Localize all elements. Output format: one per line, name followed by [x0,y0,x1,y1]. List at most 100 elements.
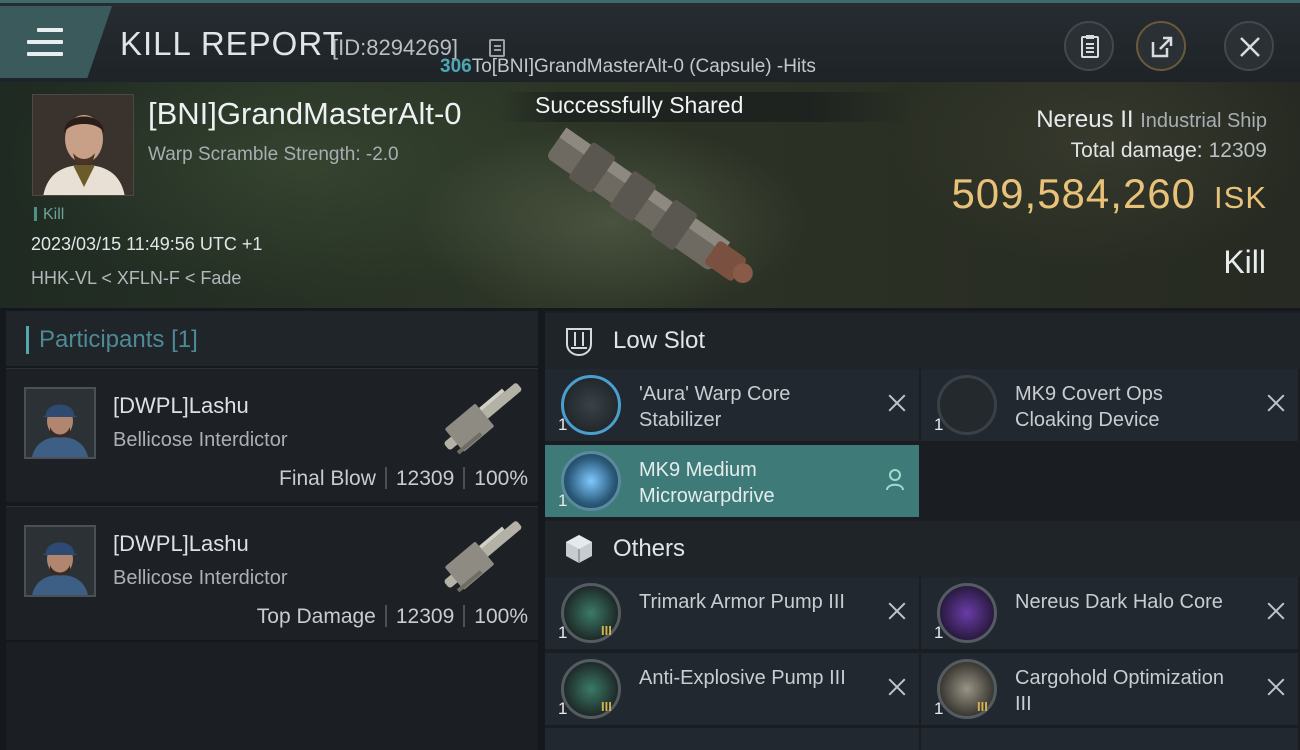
module-item[interactable]: 1 MK9 Covert Ops Cloaking Device [921,369,1298,441]
microwarpdrive-icon [561,451,621,511]
ship-name[interactable]: Nereus II Industrial Ship [1036,106,1267,134]
participants-tab[interactable]: Participants [1] [6,311,538,366]
victim-avatar[interactable] [32,94,134,196]
participant-ship-icon [444,521,522,593]
isk-unit: ISK [1214,180,1267,215]
top-bar: KILL REPORT [ID:8294269] 306To[BNI]Grand… [0,0,1300,82]
low-slot-icon [566,328,592,357]
module-qty: 1 [558,699,568,718]
module-name: 'Aura' Warp Core Stabilizer [639,383,791,431]
armor-pump-icon [561,583,621,643]
participant-ship: Bellicose Interdictor [113,567,288,589]
participant-damage: 12309 [395,605,455,628]
share-icon [1151,36,1173,58]
participant-ship-icon [444,383,522,455]
module-name: Trimark Armor Pump III [639,591,845,613]
close-button[interactable] [1224,21,1274,71]
module-item[interactable]: 1 'Aura' Warp Core Stabilizer [545,369,919,441]
module-name: MK9 Covert Ops Cloaking Device [1015,383,1163,431]
tier-badge: III [601,699,612,714]
participant-stats: Top Damage 12309 100% [257,605,528,629]
module-item[interactable]: III 1 Trimark Armor Pump III [545,577,919,649]
others-label: Others [613,535,686,562]
module-name: Cargohold Optimization III [1015,667,1224,715]
module-item[interactable]: III 1 Cargohold Optimization III [921,653,1298,725]
participants-list-filler [6,642,538,750]
participant-ship: Bellicose Interdictor [113,429,288,451]
clipboard-icon [1081,35,1099,58]
participant-name[interactable]: [DWPL]Lashu [113,393,249,419]
portrait-image [26,527,94,595]
kill-location[interactable]: HHK-VL < XFLN-F < Fade [31,268,241,289]
hits-text: To[BNI]GrandMasterAlt-0 (Capsule) -Hits [471,56,816,77]
warp-scramble-strength: Warp Scramble Strength: -2.0 [148,144,399,165]
ship-image [548,127,753,284]
menu-button[interactable] [0,6,112,78]
ship-name-text: Nereus II [1036,106,1134,133]
copy-icon[interactable] [489,39,505,57]
close-icon [1240,37,1260,57]
module-item[interactable]: III 1 Anti-Explosive Pump III [545,653,919,725]
dropped-user-icon [886,469,904,491]
total-damage: Total damage: 12309 [1071,139,1267,163]
participant-avatar[interactable] [24,525,96,597]
low-slot-header: Low Slot [545,313,1300,369]
participant-percent: 100% [474,605,528,628]
portrait-image [33,95,133,195]
others-header: Others [545,521,1300,577]
participant-name[interactable]: [DWPL]Lashu [113,531,249,557]
cargohold-optimization-icon [937,659,997,719]
module-qty: 1 [934,623,944,642]
hits-summary: 306To[BNI]GrandMasterAlt-0 (Capsule) -Hi… [440,56,816,78]
module-name: MK9 Medium Microwarpdrive [639,459,775,507]
explosive-pump-icon [561,659,621,719]
participants-count: [1] [171,326,198,353]
module-item-partial[interactable] [545,728,919,750]
participant-role: Final Blow [279,467,376,490]
cube-icon [566,535,592,563]
divider [463,467,466,489]
low-slot-label: Low Slot [613,327,706,354]
kill-timestamp: 2023/03/15 11:49:56 UTC +1 [31,234,263,254]
hits-count: 306 [440,56,472,77]
participant-card[interactable]: [DWPL]Lashu Bellicose Interdictor Top Da… [6,506,538,640]
total-damage-value: 12309 [1208,139,1267,162]
participants-label: Participants [39,326,165,353]
destroyed-icon [1266,677,1286,697]
shared-toast: Successfully Shared [500,92,910,122]
kill-summary-banner: [BNI]GrandMasterAlt-0 Warp Scramble Stre… [0,82,1300,308]
cloaking-device-icon [937,375,997,435]
module-item[interactable]: 1 Nereus Dark Halo Core [921,577,1298,649]
share-button[interactable] [1136,21,1186,71]
module-qty: 1 [934,699,944,718]
divider [384,467,387,489]
victim-name[interactable]: [BNI]GrandMasterAlt-0 [148,96,462,132]
warp-core-stabilizer-icon [561,375,621,435]
participant-damage: 12309 [395,467,455,490]
participant-card[interactable]: [DWPL]Lashu Bellicose Interdictor Final … [6,368,538,502]
participants-title: Participants [1] [26,326,198,354]
page-title: KILL REPORT [120,25,344,62]
divider [384,605,387,627]
ship-class: Industrial Ship [1140,110,1267,132]
destroyed-icon [1266,601,1286,621]
clipboard-button[interactable] [1064,21,1114,71]
module-qty: 1 [558,491,568,510]
module-qty: 1 [558,623,568,642]
isk-value: 509,584,260 ISK [951,170,1267,218]
menu-icon [27,28,63,56]
destroyed-icon [887,601,907,621]
dark-halo-core-icon [937,583,997,643]
tier-badge: III [601,623,612,638]
destroyed-icon [887,677,907,697]
module-item[interactable]: 1 MK9 Medium Microwarpdrive [545,445,919,517]
module-qty: 1 [934,415,944,434]
participant-avatar[interactable] [24,387,96,459]
module-name: Anti-Explosive Pump III [639,667,846,689]
destroyed-icon [1266,393,1286,413]
module-item-partial[interactable] [921,728,1298,750]
participant-stats: Final Blow 12309 100% [279,467,528,491]
participant-percent: 100% [474,467,528,490]
participant-role: Top Damage [256,605,376,628]
isk-amount: 509,584,260 [951,170,1197,217]
